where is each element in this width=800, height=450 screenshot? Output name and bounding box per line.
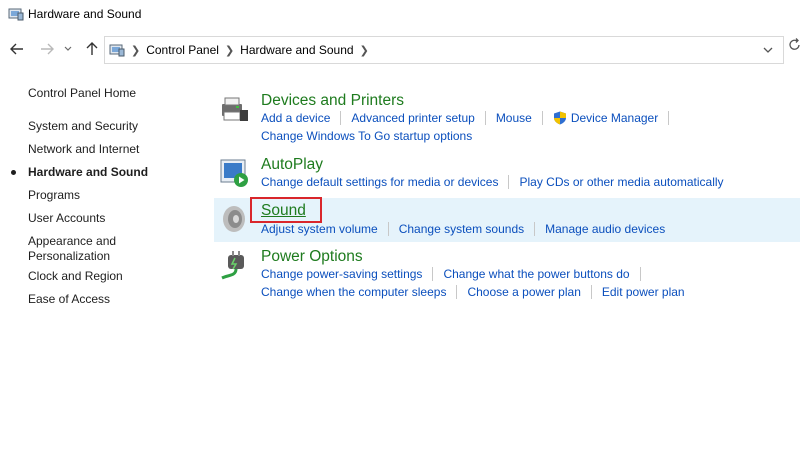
link-divider	[508, 175, 510, 189]
sidebar-item-ease-of-access[interactable]: Ease of Access	[28, 292, 110, 307]
task-link-row: Change default settings for media or dev…	[261, 175, 724, 189]
edit-power-plan-link[interactable]: Edit power plan	[602, 285, 685, 299]
task-link-row: Change Windows To Go startup options	[261, 129, 472, 143]
link-divider	[534, 222, 536, 236]
address-bar[interactable]: ❯ Control Panel ❯ Hardware and Sound ❯	[104, 36, 784, 64]
change-when-computer-sleeps-link[interactable]: Change when the computer sleeps	[261, 285, 446, 299]
change-windows-to-go-startup-options-link[interactable]: Change Windows To Go startup options	[261, 129, 472, 143]
task-link-row: Change when the computer sleeps Choose a…	[261, 285, 685, 299]
navigation-bar: ❯ Control Panel ❯ Hardware and Sound ❯	[0, 34, 800, 64]
link-divider	[541, 111, 543, 125]
link-divider	[668, 111, 670, 125]
task-link-row: Adjust system volume Change system sound…	[261, 222, 665, 236]
arrow-right-icon	[41, 43, 54, 55]
recent-locations-button[interactable]	[61, 38, 75, 60]
task-link-row: Change power-saving settings Change what…	[261, 267, 651, 281]
refresh-button[interactable]	[789, 38, 800, 58]
manage-audio-devices-link[interactable]: Manage audio devices	[545, 222, 665, 236]
advanced-printer-setup-link[interactable]: Advanced printer setup	[351, 111, 474, 125]
window-title: Hardware and Sound	[28, 7, 142, 21]
uac-shield-icon	[553, 111, 566, 125]
current-item-bullet	[11, 170, 16, 175]
refresh-icon	[789, 38, 800, 50]
link-divider	[456, 285, 458, 299]
device-manager-link[interactable]: Device Manager	[571, 111, 658, 125]
control-panel-icon	[8, 8, 24, 21]
category-title[interactable]: Devices and Printers	[261, 92, 404, 110]
arrow-up-icon	[86, 42, 98, 55]
sidebar-item-system-and-security[interactable]: System and Security	[28, 119, 138, 134]
link-divider	[484, 111, 486, 125]
play-cds-automatically-link[interactable]: Play CDs or other media automatically	[519, 175, 723, 189]
breadcrumb-control-panel[interactable]: Control Panel	[146, 43, 219, 57]
sidebar-item-hardware-and-sound[interactable]: Hardware and Sound	[28, 165, 148, 180]
autoplay-icon	[220, 159, 248, 187]
change-default-settings-link[interactable]: Change default settings for media or dev…	[261, 175, 498, 189]
chevron-down-icon	[64, 46, 72, 51]
sidebar-item-clock-and-region[interactable]: Clock and Region	[28, 269, 123, 284]
breadcrumb-separator-icon[interactable]: ❯	[131, 44, 140, 57]
sidebar-item-appearance-and-personalization[interactable]: Appearance and Personalization	[28, 234, 138, 264]
title-bar: Hardware and Sound	[0, 0, 800, 30]
adjust-system-volume-link[interactable]: Adjust system volume	[261, 222, 378, 236]
forward-button[interactable]	[37, 38, 57, 60]
category-sound: Sound Adjust system volume Change system…	[214, 197, 800, 242]
speaker-icon	[223, 206, 245, 232]
sidebar-item-user-accounts[interactable]: User Accounts	[28, 211, 105, 226]
change-power-buttons-link[interactable]: Change what the power buttons do	[443, 267, 629, 281]
sidebar-item-programs[interactable]: Programs	[28, 188, 80, 203]
sidebar-item-network-and-internet[interactable]: Network and Internet	[28, 142, 139, 157]
back-button[interactable]	[7, 38, 27, 60]
task-link-row: Add a device Advanced printer setup Mous…	[261, 111, 679, 125]
category-title[interactable]: Power Options	[261, 248, 363, 266]
arrow-left-icon	[10, 43, 23, 55]
printer-icon	[222, 97, 248, 121]
category-power-options: Power Options Change power-saving settin…	[214, 244, 800, 304]
change-system-sounds-link[interactable]: Change system sounds	[399, 222, 524, 236]
sound-selection-outline	[250, 197, 322, 223]
breadcrumb-separator-icon[interactable]: ❯	[360, 44, 369, 57]
link-divider	[590, 285, 592, 299]
link-divider	[387, 222, 389, 236]
link-divider	[432, 267, 434, 281]
breadcrumb-hardware-and-sound[interactable]: Hardware and Sound	[240, 43, 353, 57]
mouse-link[interactable]: Mouse	[496, 111, 532, 125]
power-plug-icon	[221, 251, 244, 280]
link-divider	[639, 267, 641, 281]
category-title[interactable]: AutoPlay	[261, 156, 323, 174]
breadcrumb-separator-icon[interactable]: ❯	[225, 44, 234, 57]
category-devices-and-printers: Devices and Printers Add a device Advanc…	[214, 88, 800, 148]
link-divider	[340, 111, 342, 125]
address-history-button[interactable]	[761, 43, 775, 57]
control-panel-icon	[109, 44, 125, 57]
change-power-saving-settings-link[interactable]: Change power-saving settings	[261, 267, 422, 281]
chevron-down-icon	[763, 47, 773, 53]
up-button[interactable]	[82, 38, 102, 60]
sidebar-item-control-panel-home[interactable]: Control Panel Home	[28, 86, 136, 101]
add-a-device-link[interactable]: Add a device	[261, 111, 330, 125]
choose-a-power-plan-link[interactable]: Choose a power plan	[467, 285, 580, 299]
category-autoplay: AutoPlay Change default settings for med…	[214, 152, 800, 194]
